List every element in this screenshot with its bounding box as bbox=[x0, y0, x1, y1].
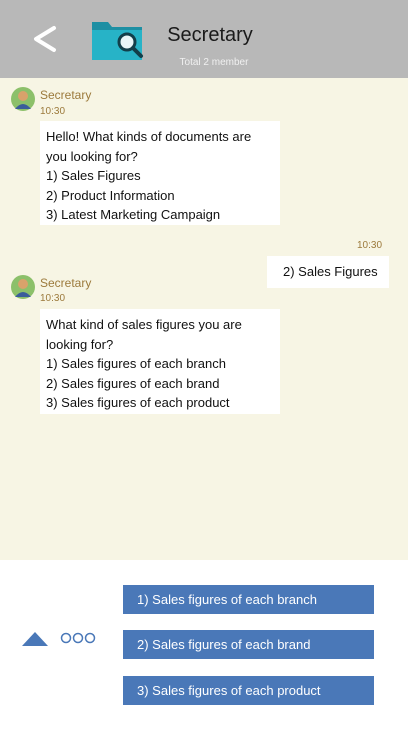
secretary-avatar-icon bbox=[11, 87, 35, 111]
user-message-bubble: 2) Sales Figures bbox=[267, 256, 389, 288]
quick-reply-option-brand[interactable]: 2) Sales figures of each brand bbox=[123, 630, 374, 659]
chat-header: Secretary Total 2 member bbox=[0, 0, 408, 78]
message-line: you looking for? bbox=[46, 148, 138, 164]
message-line: 1) Sales figures of each branch bbox=[46, 356, 226, 371]
more-dots-icon[interactable] bbox=[60, 632, 96, 644]
sender-name: Secretary bbox=[40, 276, 92, 290]
message-time: 10:30 bbox=[40, 106, 66, 117]
message-line: 2) Product Information bbox=[46, 187, 175, 203]
message-line: looking for? bbox=[46, 336, 114, 352]
message-line: What kind of sales figures you are bbox=[46, 317, 242, 332]
message-bubble: What kind of sales figures you are looki… bbox=[40, 309, 280, 414]
message-time: 10:30 bbox=[357, 240, 383, 251]
quick-reply-option-branch[interactable]: 1) Sales figures of each branch bbox=[123, 585, 374, 614]
message-line: Hello! What kinds of documents are bbox=[46, 129, 252, 144]
message-line: 3) Latest Marketing Campaign bbox=[46, 207, 221, 222]
message-line: 2) Sales Figures bbox=[283, 264, 378, 279]
message-line: 2) Sales figures of each brand bbox=[46, 375, 220, 391]
message-line: 3) Sales figures of each product bbox=[46, 395, 230, 410]
folder-search-icon bbox=[92, 22, 143, 60]
chevron-left-icon[interactable] bbox=[28, 22, 62, 56]
chat-area[interactable]: Secretary 10:30 Hello! What kinds of doc… bbox=[0, 78, 408, 560]
quick-reply-option-product[interactable]: 3) Sales figures of each product bbox=[123, 676, 374, 705]
triangle-up-icon[interactable] bbox=[22, 632, 48, 646]
secretary-avatar-icon bbox=[11, 275, 35, 299]
message-time: 10:30 bbox=[40, 293, 66, 304]
sender-name: Secretary bbox=[40, 88, 92, 102]
member-count: Total 2 member bbox=[179, 57, 249, 68]
message-line: 1) Sales Figures bbox=[46, 168, 141, 183]
chat-title: Secretary bbox=[167, 24, 253, 46]
message-bubble: Hello! What kinds of documents are you l… bbox=[40, 121, 280, 225]
